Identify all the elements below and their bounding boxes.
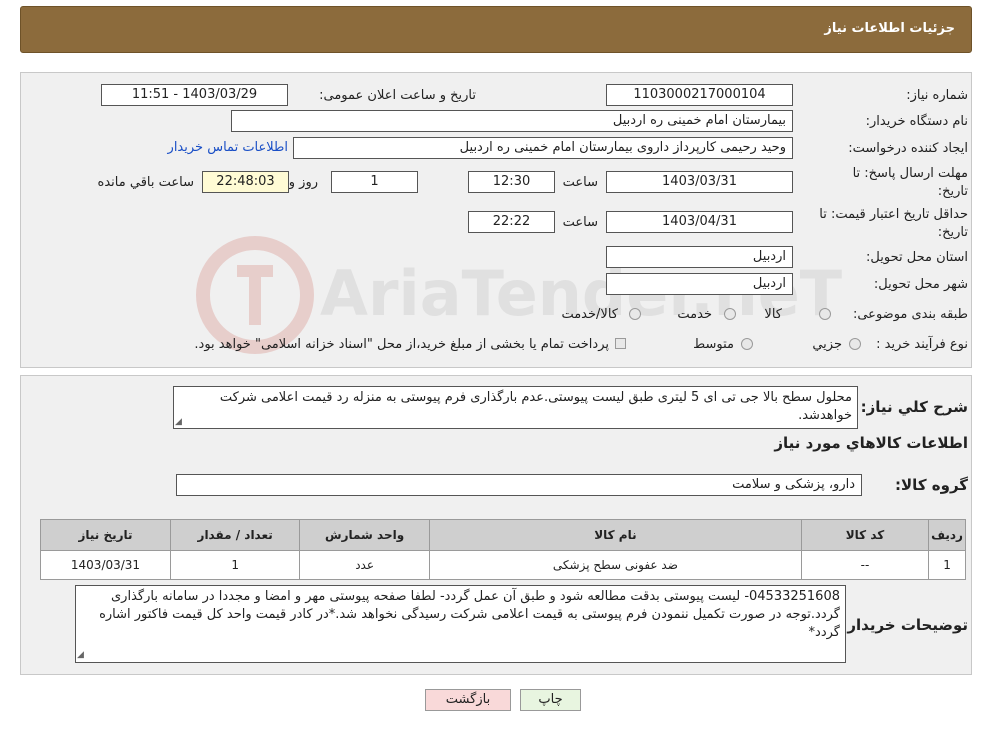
announce-field: 1403/03/29 - 11:51 [101,84,288,106]
table-row: 1 -- ضد عفونی سطح پزشکی عدد 1 1403/03/31 [40,550,966,580]
deadline-date-field: 1403/03/31 [606,171,793,193]
process-radio-medium[interactable] [741,338,753,350]
items-section-title: اطلاعات کالاهاي مورد نياز [774,434,968,452]
buyer-org-label: نام دستگاه خریدار: [865,114,968,129]
col-name-header: نام کالا [428,519,802,551]
deadline-time-field: 12:30 [468,171,555,193]
col-unit-header: واحد شمارش [299,519,430,551]
back-button[interactable]: بازگشت [425,689,511,711]
goods-group-label: گروه کالا: [895,476,968,494]
page-header: جزئیات اطلاعات نیاز [20,6,972,53]
resize-grip-icon[interactable]: ◢ [77,650,84,660]
announce-label: تاریخ و ساعت اعلان عمومی: [319,88,476,103]
validity-label-line2: تاریخ: [937,225,968,240]
col-qty-header: تعداد / مقدار [169,519,301,551]
col-code-header: کد کالا [800,519,930,551]
cell-qty: 1 [169,550,301,580]
description-text: محلول سطح بالا جی تی ای 5 لیتری طبق لیست… [219,390,852,423]
remaining-time-field: 22:48:03 [202,171,289,193]
cell-row: 1 [928,550,966,580]
process-option-minor: جزیي [812,337,842,352]
deadline-label-line1: مهلت ارسال پاسخ: تا [852,166,968,181]
buyer-org-field: بیمارستان امام خمینی ره اردبیل [231,110,793,132]
buyer-notes-textarea[interactable]: 04533251608- لیست پیوستی بدقت مطالعه شود… [75,585,846,663]
buyer-notes-label: توضیحات خریدار: [841,616,968,634]
goods-group-field: دارو، پزشکی و سلامت [176,474,862,496]
cell-name: ضد عفونی سطح پزشکی [428,550,802,580]
validity-time-label: ساعت [562,215,598,230]
deadline-days-label: روز و [288,175,318,190]
category-option-service: خدمت [677,307,712,322]
cell-code: -- [800,550,930,580]
category-radio-goods[interactable] [819,308,831,320]
city-field: اردبیل [606,273,793,295]
col-row-header: ردیف [928,519,966,551]
deadline-time-label: ساعت [562,175,598,190]
cell-unit: عدد [299,550,430,580]
process-label: نوع فرآیند خرید : [876,337,968,352]
buyer-notes-text: 04533251608- لیست پیوستی بدقت مطالعه شود… [99,589,840,640]
validity-label-line1: حداقل تاریخ اعتبار قیمت: تا [819,207,968,222]
validity-time-field: 22:22 [468,211,555,233]
process-radio-minor[interactable] [849,338,861,350]
deadline-label-line2: تاریخ: [937,184,968,199]
description-label: شرح کلي نياز: [860,398,968,416]
deadline-days-field: 1 [331,171,418,193]
category-radio-both[interactable] [629,308,641,320]
resize-grip-icon[interactable]: ◢ [175,417,182,427]
category-option-both: کالا/خدمت [561,307,618,322]
remaining-time-label: ساعت باقي مانده [97,175,194,190]
category-label: طبقه بندی موضوعی: [852,307,968,322]
category-option-goods: کالا [764,307,782,322]
province-label: استان محل تحویل: [866,250,968,265]
need-number-label: شماره نیاز: [906,88,968,103]
col-date-header: تاریخ نیاز [40,519,171,551]
category-radio-service[interactable] [724,308,736,320]
process-checkbox[interactable] [615,338,626,349]
process-note: پرداخت تمام یا بخشی از مبلغ خرید،از محل … [194,337,609,352]
validity-date-field: 1403/04/31 [606,211,793,233]
page-title: جزئیات اطلاعات نیاز [824,21,955,36]
need-number-field: 1103000217000104 [606,84,793,106]
buyer-contact-link[interactable]: اطلاعات تماس خریدار [168,140,288,155]
cell-date: 1403/03/31 [40,550,171,580]
process-option-medium: متوسط [693,337,734,352]
city-label: شهر محل تحویل: [873,277,968,292]
table-header-row: ردیف کد کالا نام کالا واحد شمارش تعداد /… [40,519,966,551]
items-table: ردیف کد کالا نام کالا واحد شمارش تعداد /… [40,519,966,580]
print-button[interactable]: چاپ [520,689,581,711]
province-field: اردبیل [606,246,793,268]
creator-label: ایجاد کننده درخواست: [848,141,968,156]
creator-field: وحید رحیمی کارپرداز داروی بیمارستان امام… [293,137,793,159]
description-textarea[interactable]: محلول سطح بالا جی تی ای 5 لیتری طبق لیست… [173,386,858,429]
